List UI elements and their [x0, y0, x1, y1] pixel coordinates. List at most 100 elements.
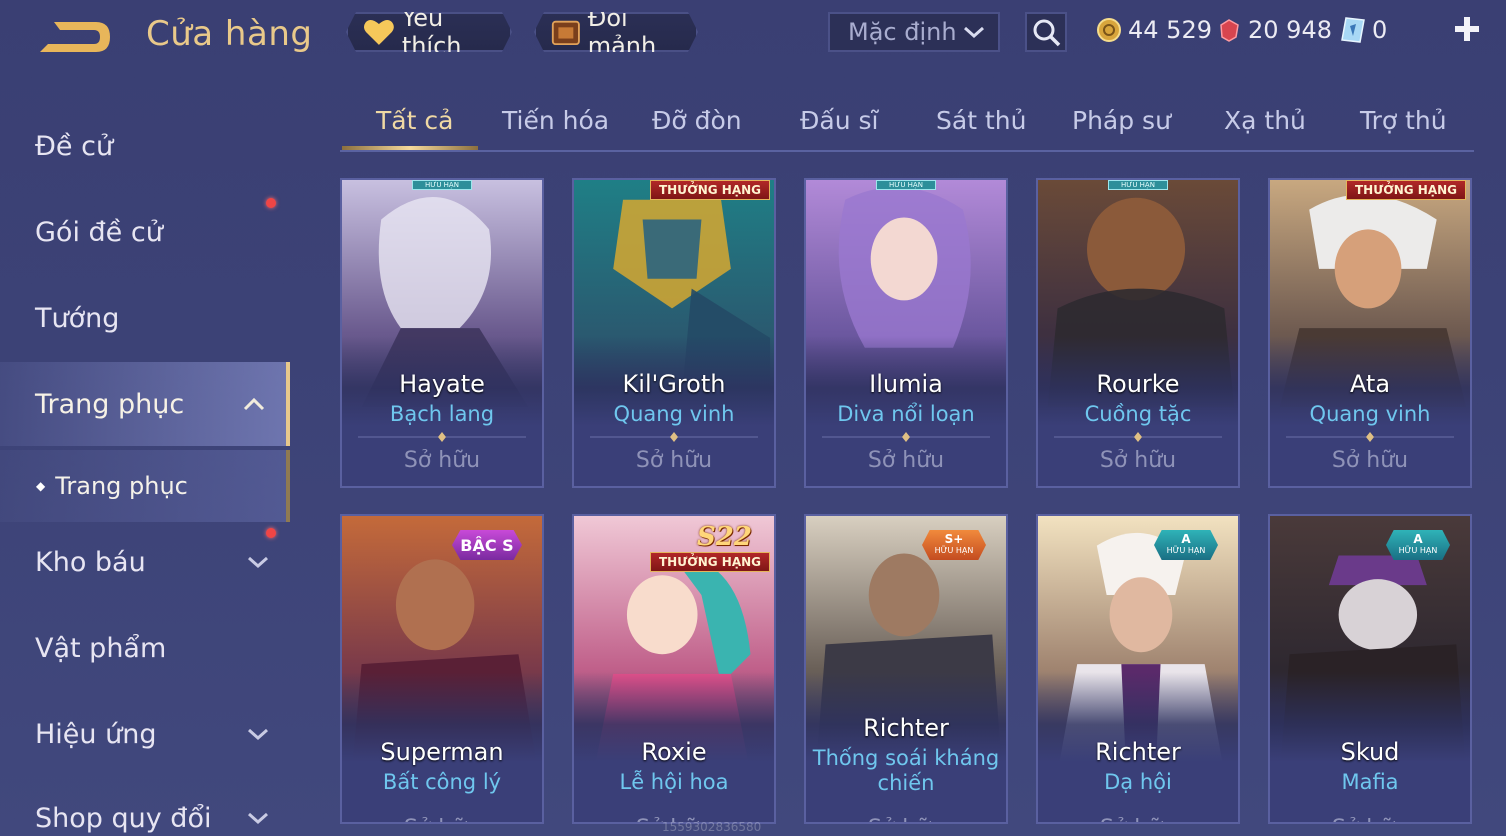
watermark-text: 1559302836580 [662, 820, 762, 834]
skin-name: Quang vinh [613, 402, 735, 426]
favorites-button[interactable]: Yêu thích [346, 12, 512, 52]
sidebar-item-label: Đề cử [35, 130, 114, 162]
hero-name: Ilumia [869, 370, 943, 398]
tab-assassin[interactable]: Sát thủ [936, 106, 1026, 135]
hero-name: Ata [1349, 370, 1391, 398]
sidebar-subitem-label: Trang phục [55, 472, 188, 500]
sidebar-item-recommended-packs[interactable]: Gói đề cử [0, 192, 290, 272]
chevron-down-icon [248, 556, 268, 569]
back-button[interactable] [34, 14, 114, 60]
owned-status: Sở hữu [403, 448, 481, 473]
sidebar-item-label: Vật phẩm [35, 632, 167, 664]
skin-card[interactable]: A HỮU HẠN Richter Dạ hội Sở hữu [1036, 514, 1240, 824]
skin-name: Bất công lý [382, 770, 502, 794]
owned-status: Sở hữu [635, 448, 713, 473]
skin-card[interactable]: S22 THƯỞNG HẠNG Roxie Lễ hội hoa Sở hữu [572, 514, 776, 824]
owned-status: Sở hữu [1099, 448, 1177, 473]
page-title: Cửa hàng [146, 14, 313, 54]
sidebar-item-items[interactable]: Vật phẩm [0, 608, 290, 688]
category-tabs: Tất cả Tiến hóa Đỡ đòn Đấu sĩ Sát thủ Ph… [340, 96, 1474, 152]
tier-sublabel: HỮU HẠN [934, 546, 974, 555]
card-divider [1286, 432, 1454, 442]
owned-status: Sở hữu [1270, 816, 1470, 822]
diamond-amount: 0 [1372, 16, 1388, 44]
skin-card[interactable]: S+ HỮU HẠN Richter Thống soái kháng chiế… [804, 514, 1008, 824]
tab-tank[interactable]: Đỡ đòn [652, 106, 742, 135]
sidebar-item-label: Gói đề cử [35, 216, 163, 248]
tab-marksman[interactable]: Xạ thủ [1224, 106, 1306, 135]
premium-badge: THƯỞNG HẠNG [1345, 180, 1466, 200]
skin-card[interactable]: A HỮU HẠN Skud Mafia Sở hữu [1268, 514, 1472, 824]
sidebar-item-skins[interactable]: Trang phục [0, 362, 290, 446]
sort-dropdown[interactable]: Mặc định [828, 12, 1000, 52]
voucher-gem-icon [1220, 19, 1239, 42]
skin-card[interactable]: HỮU HẠN Ilumia Diva nổi loạn Sở hữu [804, 178, 1008, 488]
tab-support[interactable]: Trợ thủ [1360, 106, 1447, 135]
limited-badge: HỮU HẠN [1108, 180, 1168, 190]
skin-name: Cuồng tặc [1084, 402, 1192, 426]
hero-name: Richter [1095, 738, 1181, 766]
tab-mage[interactable]: Pháp sư [1072, 106, 1171, 135]
skin-card[interactable]: THƯỞNG HẠNG Kil'Groth Quang vinh Sở hữu [572, 178, 776, 488]
owned-status: Sở hữu [342, 816, 542, 822]
search-button[interactable] [1025, 12, 1067, 52]
sidebar-item-label: Tướng [35, 302, 120, 334]
tier-badge: A HỮU HẠN [1386, 530, 1450, 560]
skin-card[interactable]: BẬC S Superman Bất công lý Sở hữu [340, 514, 544, 824]
voucher-balance: 20 948 [1216, 14, 1332, 46]
skin-card[interactable]: HỮU HẠN Hayate Bạch lang Sở hữu [340, 178, 544, 488]
skin-name: Thống soái kháng chiến [812, 746, 1000, 795]
tier-label: A [1413, 532, 1423, 546]
tier-badge: S+ HỮU HẠN [922, 530, 986, 560]
premium-badge: THƯỞNG HẠNG [649, 552, 770, 572]
sidebar-item-effects[interactable]: Hiệu ứng [0, 694, 290, 774]
sidebar-item-recommended[interactable]: Đề cử [0, 106, 290, 186]
voucher-amount: 20 948 [1248, 16, 1332, 44]
sidebar-item-label: Shop quy đổi [35, 802, 212, 834]
notification-dot [266, 198, 276, 208]
heart-icon [362, 17, 396, 47]
fragments-label: Đổi mảnh [587, 4, 657, 60]
limited-badge: HỮU HẠN [412, 180, 472, 190]
owned-status: Sở hữu [867, 448, 945, 473]
skin-name: Mafia [1341, 770, 1399, 794]
hero-name: Hayate [399, 370, 485, 398]
skin-grid: HỮU HẠN Hayate Bạch lang Sở hữu THƯỞNG H… [340, 178, 1474, 836]
hero-name: Richter [863, 714, 949, 742]
chevron-down-icon [248, 728, 268, 741]
gold-amount: 44 529 [1128, 16, 1212, 44]
notification-dot [266, 528, 276, 538]
skin-name: Lễ hội hoa [619, 770, 729, 794]
sidebar-item-label: Kho báu [35, 546, 146, 578]
owned-status: Sở hữu [1331, 448, 1409, 473]
tab-all[interactable]: Tất cả [376, 106, 453, 135]
gold-coin-icon [1097, 18, 1121, 42]
tier-label: BẬC S [460, 535, 514, 555]
tab-fighter[interactable]: Đấu sĩ [800, 106, 878, 135]
chevron-down-icon [964, 26, 984, 39]
back-arrow-icon [40, 22, 110, 52]
sidebar-item-exchange-shop[interactable]: Shop quy đổi [0, 778, 290, 836]
skin-name: Bạch lang [389, 402, 495, 426]
tab-evolution[interactable]: Tiến hóa [502, 106, 609, 135]
skin-name: Quang vinh [1309, 402, 1431, 426]
sidebar-item-treasure[interactable]: Kho báu [0, 522, 290, 602]
sidebar-item-heroes[interactable]: Tướng [0, 278, 290, 358]
skin-name: Diva nổi loạn [837, 402, 975, 426]
search-icon [1033, 19, 1061, 47]
favorites-label: Yêu thích [401, 4, 462, 60]
fragment-exchange-button[interactable]: Đổi mảnh [534, 12, 698, 52]
hero-name: Skud [1340, 738, 1400, 766]
skin-card[interactable]: HỮU HẠN Rourke Cuồng tặc Sở hữu [1036, 178, 1240, 488]
card-divider [590, 432, 758, 442]
tier-label: A [1181, 532, 1191, 546]
fragment-chest-icon [550, 17, 582, 47]
diamond-card-icon [1341, 17, 1365, 43]
hero-name: Kil'Groth [622, 370, 726, 398]
sidebar-subitem-skins[interactable]: ◆ Trang phục [0, 450, 290, 522]
add-currency-button[interactable] [1450, 12, 1484, 46]
card-divider [1054, 432, 1222, 442]
card-divider [822, 432, 990, 442]
plus-icon [1455, 17, 1479, 41]
skin-card[interactable]: THƯỞNG HẠNG Ata Quang vinh Sở hữu [1268, 178, 1472, 488]
